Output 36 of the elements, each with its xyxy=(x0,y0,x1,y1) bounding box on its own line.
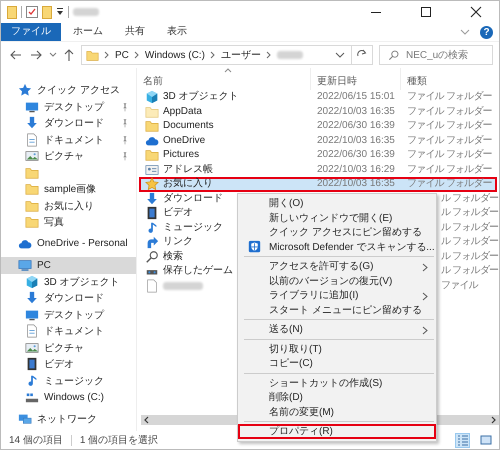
file-name: ビデオ xyxy=(163,208,193,218)
file-name: 検索 xyxy=(163,252,183,262)
type-cell: ファイル フォルダー xyxy=(407,121,492,132)
file-name: Documents xyxy=(163,121,214,132)
file-name: アドレス帳 xyxy=(163,164,213,175)
file-name: お気に入り xyxy=(163,179,213,190)
file-name: ダウンロード xyxy=(163,194,223,204)
type-cell: ファイル フォルダー xyxy=(407,136,492,146)
file-name: 保存したゲーム xyxy=(163,266,233,276)
file-name: ミュージック xyxy=(163,222,223,233)
file-name: Pictures xyxy=(163,150,200,160)
type-cell: ファイル フォルダー xyxy=(407,164,492,175)
file-name: 3D オブジェクト xyxy=(163,92,239,102)
date-cell: 2022/06/30 16:39 xyxy=(317,121,395,132)
date-cell: 2022/06/15 15:01 xyxy=(317,92,395,102)
type-cell: ル フォルダー xyxy=(441,237,498,248)
date-cell: 2022/06/30 16:39 xyxy=(317,150,395,160)
date-cell: 2022/10/03 16:29 xyxy=(317,164,395,175)
type-cell: ファイル フォルダー xyxy=(407,150,492,160)
type-cell: ファイル フォルダー xyxy=(407,92,492,102)
type-cell: ル フォルダー xyxy=(441,208,498,218)
type-cell: ル フォルダー xyxy=(441,222,498,233)
status-text: 1 個の項目を選択 xyxy=(80,434,158,447)
type-cell: ル フォルダー xyxy=(441,194,498,204)
date-cell: 2022/10/03 16:35 xyxy=(317,179,395,190)
type-cell: ファイル フォルダー xyxy=(407,106,492,117)
file-name: AppData xyxy=(163,106,202,117)
status-text: 14 個の項目 xyxy=(9,434,63,447)
type-cell: ファイル フォルダー xyxy=(407,179,492,190)
type-cell: ル フォルダー xyxy=(441,266,498,276)
file-name: リンク xyxy=(163,237,193,248)
date-cell: 2022/10/03 16:35 xyxy=(317,136,395,146)
file-name: OneDrive xyxy=(163,136,206,146)
type-cell: ファイル xyxy=(441,280,478,291)
type-cell: ル フォルダー xyxy=(441,252,498,262)
date-cell: 2022/10/03 16:35 xyxy=(317,106,395,117)
